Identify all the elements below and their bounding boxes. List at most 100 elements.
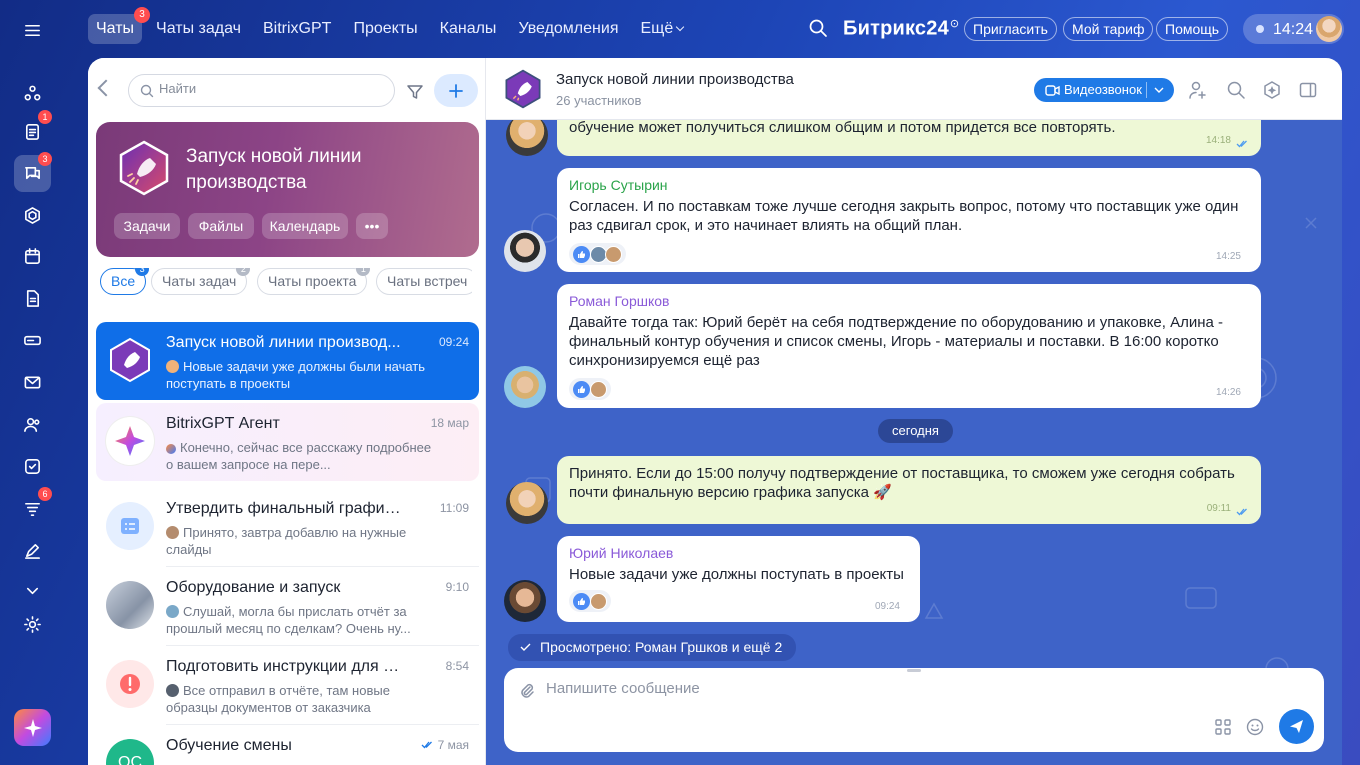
date-divider: сегодня xyxy=(878,419,953,443)
filter-icon[interactable] xyxy=(406,83,424,101)
filter-project-chats[interactable]: Чаты проекта 1 xyxy=(257,268,371,295)
filter-all[interactable]: Все 3 xyxy=(100,268,150,295)
search-box[interactable] xyxy=(128,74,395,107)
back-arrow-icon[interactable] xyxy=(97,79,115,97)
clock-icon: ⊙ xyxy=(949,18,960,30)
sender-avatar xyxy=(166,684,179,697)
pinned-chat-card[interactable]: Запуск новой линии производства Задачи Ф… xyxy=(96,122,479,257)
user-avatar[interactable] xyxy=(506,114,548,156)
chat-item-name: BitrixGPT Агент xyxy=(166,415,280,432)
sender-avatar[interactable] xyxy=(504,580,546,622)
send-button[interactable] xyxy=(1279,709,1314,744)
video-call-label: Видеозвонок xyxy=(1064,82,1142,97)
user-avatar[interactable] xyxy=(506,482,548,524)
participants-count[interactable]: 26 участников xyxy=(556,93,641,108)
message-author[interactable]: Роман Горшков xyxy=(569,292,1249,311)
chip-tasks[interactable]: Задачи xyxy=(114,213,180,239)
menu-icon[interactable] xyxy=(14,12,51,49)
main-panel: Запуск новой линии производства Задачи Ф… xyxy=(88,58,1342,765)
nav-notifications[interactable]: Уведомления xyxy=(510,14,626,44)
nav-task-chats[interactable]: Чаты задач xyxy=(148,14,249,44)
feed-icon[interactable]: 6 xyxy=(14,487,52,527)
new-chat-button[interactable] xyxy=(434,74,478,107)
filter-task-chats[interactable]: Чаты задач 2 xyxy=(151,268,251,295)
sender-avatar[interactable] xyxy=(504,230,546,272)
nav-channels[interactable]: Каналы xyxy=(432,14,505,44)
apps-grid-icon[interactable] xyxy=(1214,718,1232,736)
nav-more[interactable]: Ещё xyxy=(632,14,691,44)
brand-logo[interactable]: Битрикс24⊙ xyxy=(843,17,959,41)
add-user-icon[interactable] xyxy=(1188,80,1208,100)
chat-item-time: 8:54 xyxy=(445,659,469,673)
chat-item[interactable]: Запуск новой линии производ... 09:24 Нов… xyxy=(96,322,479,400)
like-icon xyxy=(573,245,590,263)
message-bubble[interactable]: Юрий Николаев Новые задачи уже должны по… xyxy=(557,536,920,622)
ai-sparkle-icon[interactable] xyxy=(1262,80,1282,100)
chats-icon[interactable]: 3 xyxy=(14,152,52,192)
message-author[interactable]: Юрий Николаев xyxy=(569,544,908,563)
checklist-icon[interactable] xyxy=(14,448,51,485)
paperclip-icon[interactable] xyxy=(518,682,536,700)
my-plan-button[interactable]: Мой тариф xyxy=(1063,17,1154,41)
reactions[interactable] xyxy=(569,590,611,612)
chat-item-preview-text: Слушай, могла бы прислать отчёт за прошл… xyxy=(166,604,411,636)
search-input[interactable] xyxy=(159,81,379,96)
chat-item-time: 11:09 xyxy=(439,501,469,515)
seen-indicator[interactable]: Просмотрено: Роман Гршков и ещё 2 xyxy=(508,634,797,661)
chat-item-preview: Конечно, сейчас все расскажу подробнее о… xyxy=(166,439,436,473)
collab-icon[interactable] xyxy=(14,75,51,112)
nav-chats[interactable]: Чаты 3 xyxy=(88,6,151,44)
sign-icon[interactable] xyxy=(14,532,51,569)
video-call-button[interactable]: Видеозвонок xyxy=(1034,78,1174,102)
chevron-down-icon[interactable] xyxy=(1154,87,1164,94)
chat-item[interactable]: Подготовить инструкции для опе... 8:54 В… xyxy=(96,646,479,724)
message-input[interactable] xyxy=(546,680,1206,710)
filter-project-chats-badge: 1 xyxy=(356,268,371,276)
drive-icon[interactable] xyxy=(14,322,51,359)
search-icon[interactable] xyxy=(808,18,828,38)
contacts-icon[interactable] xyxy=(14,406,51,443)
more-dots-icon[interactable]: ••• xyxy=(356,213,388,239)
chip-calendar[interactable]: Календарь xyxy=(262,213,348,239)
document-icon[interactable] xyxy=(14,280,51,317)
calendar-icon[interactable] xyxy=(14,238,51,275)
resize-handle[interactable] xyxy=(907,669,921,672)
chat-item[interactable]: Утвердить финальный график по... 11:09 П… xyxy=(96,488,479,566)
message-author[interactable]: Игорь Сутырин xyxy=(569,176,1249,195)
time-widget[interactable]: 14:24 xyxy=(1243,14,1344,44)
sender-avatar[interactable] xyxy=(504,366,546,408)
chat-item-preview: Слушай, могла бы прислать отчёт за прошл… xyxy=(166,603,436,637)
hexagon-icon[interactable] xyxy=(14,197,51,234)
task-list-icon xyxy=(121,518,139,534)
chat-item[interactable]: Оборудование и запуск 9:10 Слушай, могла… xyxy=(96,567,479,645)
invite-button[interactable]: Пригласить xyxy=(964,17,1057,41)
message-bubble[interactable]: Роман Горшков Давайте тогда так: Юрий бе… xyxy=(557,284,1261,408)
reactions[interactable] xyxy=(569,243,626,265)
chevron-down-icon[interactable] xyxy=(14,572,51,609)
help-button[interactable]: Помощь xyxy=(1156,17,1229,41)
tasks-icon[interactable]: 1 xyxy=(14,110,52,150)
search-icon[interactable] xyxy=(1226,80,1246,100)
mail-icon[interactable] xyxy=(14,364,51,401)
chat-item[interactable]: BitrixGPT Агент 18 мар Конечно, сейчас в… xyxy=(96,403,479,481)
reactions[interactable] xyxy=(569,378,611,400)
emoji-icon[interactable] xyxy=(1246,718,1264,736)
nav-projects[interactable]: Проекты xyxy=(345,14,425,44)
message-bubble[interactable]: Принято. Если до 15:00 получу подтвержде… xyxy=(557,456,1261,524)
chip-files[interactable]: Файлы xyxy=(188,213,254,239)
chat-item-preview: Все отправил в отчёте, там новые образцы… xyxy=(166,682,436,716)
filter-meeting-chats[interactable]: Чаты встреч xyxy=(376,268,472,295)
copilot-icon[interactable] xyxy=(14,709,51,746)
project-rocket-icon[interactable] xyxy=(502,68,544,110)
project-rocket-icon xyxy=(110,337,150,383)
chat-title[interactable]: Запуск новой линии производства xyxy=(556,71,794,88)
chat-item[interactable]: ОС Обучение смены 7 мая xyxy=(96,725,479,765)
nav-bitrixgpt[interactable]: BitrixGPT xyxy=(255,14,339,44)
tasks-badge: 1 xyxy=(38,110,52,124)
message-bubble[interactable]: Игорь Сутырин Согласен. И по поставкам т… xyxy=(557,168,1261,272)
user-avatar[interactable] xyxy=(1316,16,1342,42)
sidebar-toggle-icon[interactable] xyxy=(1298,80,1318,100)
like-icon xyxy=(573,592,590,610)
gear-icon[interactable] xyxy=(14,606,51,643)
filter-all-badge: 3 xyxy=(135,268,150,276)
